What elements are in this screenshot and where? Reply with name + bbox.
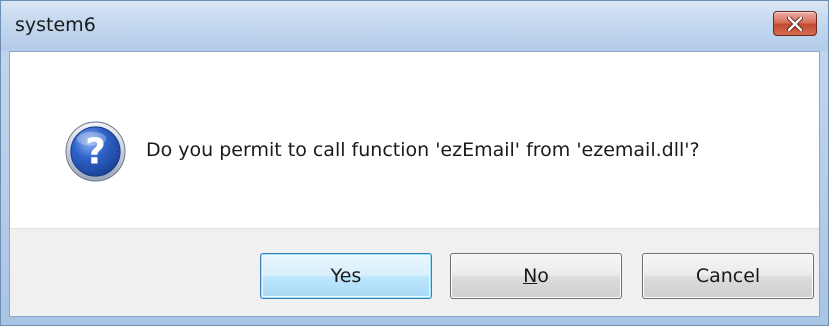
close-icon	[787, 16, 803, 31]
title-bar[interactable]: system6	[1, 1, 828, 51]
yes-button-label: Yes	[330, 265, 362, 287]
window-title: system6	[15, 14, 96, 36]
dialog-window: system6 ? Do you permit to call function…	[0, 0, 829, 326]
button-bar: Yes No Cancel	[10, 228, 819, 316]
dialog-message: Do you permit to call function 'ezEmail'…	[146, 139, 700, 161]
no-label-rest: o	[537, 265, 549, 287]
cancel-button[interactable]: Cancel	[642, 253, 814, 299]
no-button-label: No	[523, 265, 549, 287]
cancel-button-label: Cancel	[695, 265, 761, 287]
no-mnemonic: N	[523, 265, 538, 287]
yes-button[interactable]: Yes	[260, 253, 432, 299]
close-button[interactable]	[773, 11, 817, 36]
question-icon: ?	[65, 121, 126, 182]
svg-text:?: ?	[85, 131, 106, 172]
dialog-client-area: ? Do you permit to call function 'ezEmai…	[9, 51, 820, 317]
message-area: ? Do you permit to call function 'ezEmai…	[10, 52, 819, 228]
no-button[interactable]: No	[450, 253, 622, 299]
